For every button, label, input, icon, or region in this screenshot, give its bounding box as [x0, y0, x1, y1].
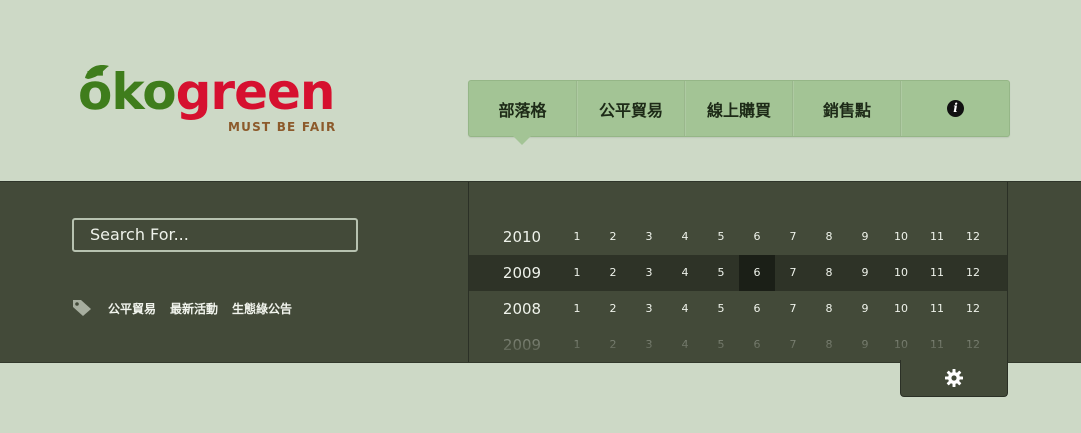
nav-item-online-shop[interactable]: 線上購買 — [686, 81, 792, 136]
okogreen-logo[interactable]: ōkogreen MUST BE FAIR — [78, 62, 368, 138]
archive-month[interactable]: 3 — [631, 291, 667, 327]
archive-year[interactable]: 2010 — [487, 219, 557, 255]
archive-month[interactable]: 9 — [847, 219, 883, 255]
tag-link[interactable]: 公平貿易 — [108, 300, 156, 317]
logo-tagline: MUST BE FAIR — [228, 120, 337, 134]
header: ōkogreen MUST BE FAIR 部落格 公平貿易 線上購買 銷售點 … — [0, 0, 1081, 182]
archive-month[interactable]: 8 — [811, 291, 847, 327]
archive-year[interactable]: 2009 — [487, 255, 557, 291]
nav-item-info[interactable]: i — [902, 81, 1009, 136]
archive-month[interactable]: 4 — [667, 291, 703, 327]
archive-month[interactable]: 8 — [811, 219, 847, 255]
archive-month[interactable]: 5 — [703, 219, 739, 255]
tag-icon — [73, 300, 91, 316]
archive-month[interactable]: 3 — [631, 255, 667, 291]
archive-month[interactable]: 10 — [883, 255, 919, 291]
info-icon: i — [947, 100, 964, 117]
archive-month[interactable]: 6 — [739, 255, 775, 291]
archive-row-2010: 2010 1 2 3 4 5 6 7 8 9 10 11 12 — [469, 219, 1007, 255]
main-nav: 部落格 公平貿易 線上購買 銷售點 i — [468, 80, 1010, 145]
search-input[interactable]: Search For... — [72, 218, 358, 252]
archive-month[interactable]: 1 — [559, 219, 595, 255]
archive-month[interactable]: 3 — [631, 219, 667, 255]
archive-month[interactable]: 12 — [955, 291, 991, 327]
dark-band: Search For... 公平貿易 最新活動 生態綠公告 2010 1 2 3 4 5 6… — [0, 181, 1081, 363]
archive-month[interactable]: 4 — [667, 219, 703, 255]
archive-month[interactable]: 10 — [883, 291, 919, 327]
archive-month[interactable]: 7 — [775, 255, 811, 291]
archive-month[interactable]: 1 — [559, 291, 595, 327]
gear-icon — [945, 369, 963, 387]
archive-month[interactable]: 5 — [703, 291, 739, 327]
archive-month[interactable]: 6 — [739, 291, 775, 327]
archive-month[interactable]: 4 — [667, 255, 703, 291]
nav-item-fair-trade[interactable]: 公平貿易 — [578, 81, 684, 136]
archive-year[interactable]: 2008 — [487, 291, 557, 327]
nav-item-blog[interactable]: 部落格 — [469, 81, 576, 136]
archive-fade — [469, 330, 1007, 362]
archive-month[interactable]: 9 — [847, 255, 883, 291]
archive-calendar: 2010 1 2 3 4 5 6 7 8 9 10 11 12 2009 1 2 3 4 5 6 7 8 9 10 11 12 20… — [468, 182, 1008, 362]
archive-month[interactable]: 11 — [919, 255, 955, 291]
archive-row-2009: 2009123456789101112 — [469, 255, 1007, 291]
logo-wordmark: ōkogreen — [78, 62, 335, 122]
archive-month[interactable]: 2 — [595, 255, 631, 291]
nav-active-pointer — [513, 136, 531, 145]
archive-month[interactable]: 6 — [739, 219, 775, 255]
tag-list: 公平貿易 最新活動 生態綠公告 — [72, 298, 306, 318]
archive-month[interactable]: 5 — [703, 255, 739, 291]
settings-button[interactable] — [900, 360, 1008, 397]
tag-link[interactable]: 最新活動 — [170, 300, 218, 317]
tag-link[interactable]: 生態綠公告 — [232, 300, 292, 317]
archive-month[interactable]: 2 — [595, 219, 631, 255]
nav-item-stores[interactable]: 銷售點 — [794, 81, 900, 136]
logo-green: green — [175, 63, 336, 121]
archive-month[interactable]: 7 — [775, 291, 811, 327]
archive-month[interactable]: 8 — [811, 255, 847, 291]
archive-month[interactable]: 9 — [847, 291, 883, 327]
archive-month[interactable]: 7 — [775, 219, 811, 255]
archive-month[interactable]: 12 — [955, 219, 991, 255]
archive-month[interactable]: 10 — [883, 219, 919, 255]
archive-month[interactable]: 1 — [559, 255, 595, 291]
archive-row-2008: 2008 1 2 3 4 5 6 7 8 9 10 11 12 — [469, 291, 1007, 327]
archive-month[interactable]: 2 — [595, 291, 631, 327]
leaf-icon — [85, 65, 109, 79]
archive-month[interactable]: 11 — [919, 219, 955, 255]
archive-month[interactable]: 11 — [919, 291, 955, 327]
archive-month[interactable]: 12 — [955, 255, 991, 291]
